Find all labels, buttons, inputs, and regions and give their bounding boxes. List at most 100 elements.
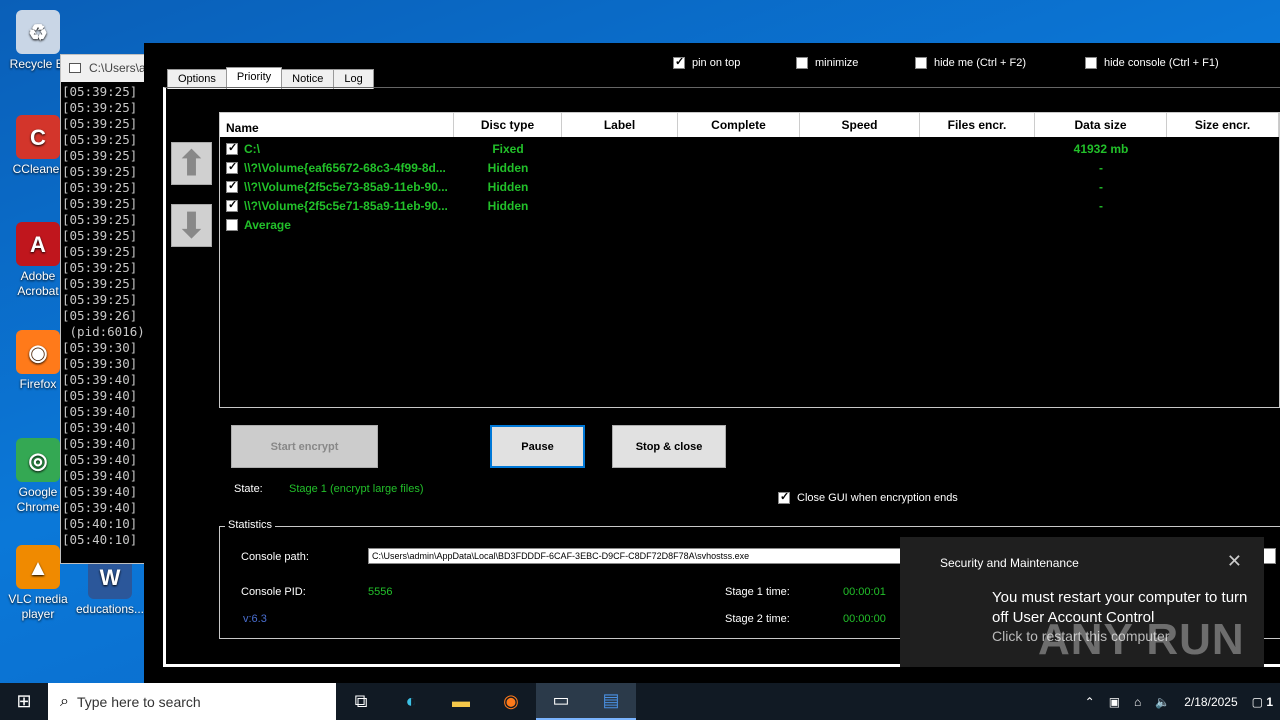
minimize-label: minimize xyxy=(815,57,859,69)
tab-options[interactable]: Options xyxy=(167,69,227,89)
col-speed[interactable]: Speed xyxy=(800,113,920,137)
stage2-value: 00:00:00 xyxy=(843,613,886,625)
device-icon[interactable]: ▣ xyxy=(1109,695,1120,709)
table-header: Name Disc type Label Complete Speed File… xyxy=(220,113,1279,137)
app-icon: ◉ xyxy=(16,330,60,374)
tab-log[interactable]: Log xyxy=(333,69,374,89)
row-checkbox[interactable] xyxy=(226,180,238,193)
notification-icon[interactable]: ▢ 1 xyxy=(1252,695,1273,709)
row-disc-type: Hidden xyxy=(487,160,529,175)
taskbar-search[interactable]: ⌕ Type here to search xyxy=(48,683,336,720)
console-output: [05:39:25] [05:39:25] [05:39:25] [05:39:… xyxy=(62,84,145,547)
checkbox-icon xyxy=(673,55,685,69)
checkbox-icon xyxy=(778,490,790,504)
pause-button[interactable]: Pause xyxy=(490,425,585,468)
toast-close-icon[interactable]: ✕ xyxy=(1227,551,1242,572)
firefox-icon: ◉ xyxy=(503,691,519,711)
row-name: \\?\Volume{2f5c5e73-85a9-11eb-90... xyxy=(244,179,448,194)
console-titlebar[interactable]: C:\Users\a xyxy=(61,55,145,82)
table-row[interactable]: \\?\Volume{2f5c5e73-85a9-11eb-90... Hidde… xyxy=(220,177,1279,196)
network-icon[interactable]: ⌂ xyxy=(1134,695,1141,709)
volume-icon[interactable]: 🔈 xyxy=(1155,695,1170,709)
row-name-cell: \\?\Volume{2f5c5e71-85a9-11eb-90... xyxy=(220,199,454,213)
col-name[interactable]: Name xyxy=(220,113,454,137)
row-name-cell: Average xyxy=(220,218,454,232)
col-data-size[interactable]: Data size xyxy=(1035,113,1167,137)
move-up-button[interactable]: ⬆ xyxy=(171,142,212,185)
hide-console-label: hide console (Ctrl + F1) xyxy=(1104,57,1219,69)
col-label[interactable]: Label xyxy=(562,113,678,137)
app-icon: A xyxy=(16,222,60,266)
row-disc-type: Hidden xyxy=(487,198,529,213)
start-button[interactable]: ⊞ xyxy=(0,683,48,720)
arrow-down-icon: ⬇ xyxy=(177,207,206,245)
table-row[interactable]: C:\ Fixed 41932 mb xyxy=(220,139,1279,158)
tab-notice[interactable]: Notice xyxy=(281,69,335,89)
table-row[interactable]: Average xyxy=(220,215,1279,234)
edge-taskbar-button[interactable]: ◐ xyxy=(386,683,436,720)
firefox-taskbar-button[interactable]: ◉ xyxy=(486,683,536,720)
console-pid-value: 5556 xyxy=(368,586,393,598)
col-complete[interactable]: Complete xyxy=(678,113,800,137)
stop-close-button[interactable]: Stop & close xyxy=(612,425,726,468)
taskbar: ⊞ ⌕ Type here to search ⧉ ◐ ▬ ◉ ▭ ▤ ⌃ ▣ … xyxy=(0,683,1280,720)
disk-table[interactable]: Name Disc type Label Complete Speed File… xyxy=(219,112,1280,408)
task-view-icon: ⧉ xyxy=(354,691,368,711)
clock-date[interactable]: 2/18/2025 xyxy=(1184,695,1237,709)
row-data-size: - xyxy=(1099,160,1103,175)
row-checkbox[interactable] xyxy=(226,142,238,155)
folder-icon: ▬ xyxy=(452,691,470,711)
row-name: C:\ xyxy=(244,141,260,156)
desktop-icon-label: VLC media player xyxy=(8,592,68,621)
hide-me-label: hide me (Ctrl + F2) xyxy=(934,57,1026,69)
app-icon: ♻ xyxy=(16,10,60,54)
version-label: v:6.3 xyxy=(243,613,267,625)
row-disc-type: Fixed xyxy=(492,141,524,156)
stage1-label: Stage 1 time: xyxy=(725,586,790,598)
task-view-button[interactable]: ⧉ xyxy=(336,683,386,720)
app-icon: ▲ xyxy=(16,545,60,589)
col-disc-type[interactable]: Disc type xyxy=(454,113,562,137)
row-checkbox[interactable] xyxy=(226,218,238,231)
row-name: \\?\Volume{2f5c5e71-85a9-11eb-90... xyxy=(244,198,448,213)
hide-me-checkbox[interactable]: hide me (Ctrl + F2) xyxy=(915,57,1026,69)
checkbox-icon xyxy=(796,57,808,69)
col-files-encr[interactable]: Files encr. xyxy=(920,113,1035,137)
pin-on-top-checkbox[interactable]: pin on top xyxy=(673,55,741,69)
row-name-cell: C:\ xyxy=(220,142,454,156)
close-gui-checkbox[interactable]: Close GUI when encryption ends xyxy=(778,490,958,504)
statistics-title: Statistics xyxy=(225,519,276,531)
state-label: State: xyxy=(234,483,263,495)
table-row[interactable]: \\?\Volume{2f5c5e71-85a9-11eb-90... Hidde… xyxy=(220,196,1279,215)
pin-on-top-label: pin on top xyxy=(692,57,741,69)
hide-console-checkbox[interactable]: hide console (Ctrl + F1) xyxy=(1085,57,1219,69)
chevron-up-icon[interactable]: ⌃ xyxy=(1085,695,1095,709)
search-placeholder: Type here to search xyxy=(76,693,201,710)
minimize-checkbox[interactable]: minimize xyxy=(796,57,858,69)
notification-count: 1 xyxy=(1266,694,1273,709)
console-window[interactable]: C:\Users\a [05:39:25] [05:39:25] [05:39:… xyxy=(60,54,146,564)
tab-bar: Options Priority Notice Log xyxy=(167,67,374,89)
explorer-taskbar-button[interactable]: ▬ xyxy=(436,683,486,720)
row-checkbox[interactable] xyxy=(226,199,238,212)
windows-icon: ⊞ xyxy=(16,691,32,711)
console-title: C:\Users\a xyxy=(89,61,145,75)
app-icon: ◎ xyxy=(16,438,60,482)
edge-icon: ◐ xyxy=(405,691,417,711)
start-encrypt-button[interactable]: Start encrypt xyxy=(231,425,378,468)
console-icon: ▭ xyxy=(552,690,570,710)
move-down-button[interactable]: ⬇ xyxy=(171,204,212,247)
row-name: Average xyxy=(244,217,291,232)
console-taskbar-button[interactable]: ▭ xyxy=(536,683,586,720)
col-size-encr[interactable]: Size encr. xyxy=(1167,113,1279,137)
table-row[interactable]: \\?\Volume{eaf65672-68c3-4f99-8d... Hidde… xyxy=(220,158,1279,177)
row-data-size: - xyxy=(1099,198,1103,213)
arrow-up-icon: ⬆ xyxy=(177,145,206,183)
row-checkbox[interactable] xyxy=(226,161,238,174)
checkbox-icon xyxy=(1085,57,1097,69)
row-name: \\?\Volume{eaf65672-68c3-4f99-8d... xyxy=(244,160,446,175)
tab-priority[interactable]: Priority xyxy=(225,67,283,89)
desktop-icon[interactable]: Weducations... xyxy=(72,555,148,617)
row-name-cell: \\?\Volume{eaf65672-68c3-4f99-8d... xyxy=(220,161,454,175)
encryptor-taskbar-button[interactable]: ▤ xyxy=(586,683,636,720)
